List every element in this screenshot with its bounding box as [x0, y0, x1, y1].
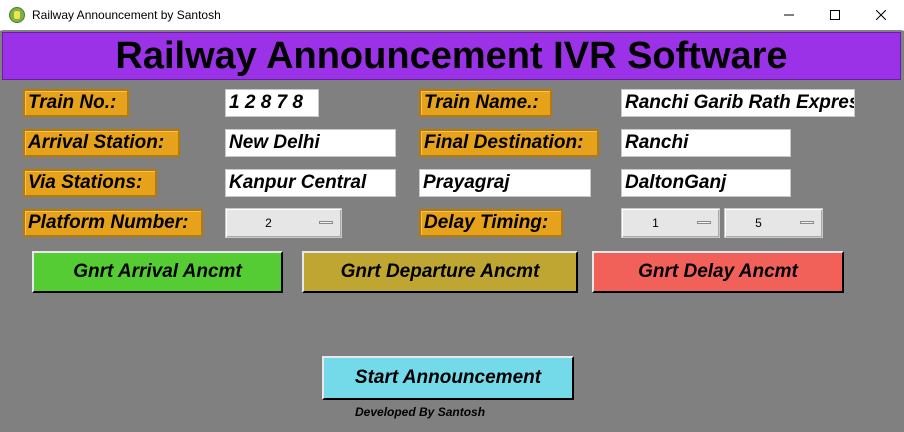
train-name-input[interactable]: Ranchi Garib Rath Express	[621, 89, 855, 117]
close-button[interactable]	[858, 0, 904, 30]
platform-number-label: Platform Number:	[23, 209, 203, 237]
train-name-label: Train Name.:	[419, 89, 552, 117]
maximize-icon	[830, 10, 840, 20]
delay-hours-value: 1	[652, 216, 659, 230]
train-no-input[interactable]: 1 2 8 7 8	[225, 89, 319, 117]
arrival-station-input[interactable]: New Delhi	[225, 129, 396, 157]
page-title: Railway Announcement IVR Software	[115, 34, 788, 77]
app-icon	[9, 7, 25, 23]
start-announcement-button[interactable]: Start Announcement	[322, 356, 574, 400]
platform-number-dropdown[interactable]: 2	[225, 208, 342, 238]
dropdown-indicator-icon	[697, 221, 711, 224]
dropdown-indicator-icon	[800, 221, 814, 224]
generate-departure-button[interactable]: Gnrt Departure Ancmt	[302, 251, 578, 293]
app-header: Railway Announcement IVR Software	[2, 32, 901, 80]
delay-minutes-value: 5	[755, 216, 762, 230]
title-bar: Railway Announcement by Santosh	[0, 0, 904, 31]
delay-minutes-dropdown[interactable]: 5	[724, 208, 823, 238]
maximize-button[interactable]	[812, 0, 858, 30]
via-station-1-input[interactable]: Kanpur Central	[225, 169, 396, 197]
close-icon	[876, 10, 886, 20]
generate-delay-button[interactable]: Gnrt Delay Ancmt	[592, 251, 844, 293]
generate-arrival-button[interactable]: Gnrt Arrival Ancmt	[32, 251, 283, 293]
via-stations-label: Via Stations:	[23, 169, 157, 197]
window-title: Railway Announcement by Santosh	[32, 8, 221, 22]
delay-timing-label: Delay Timing:	[419, 209, 563, 237]
final-destination-input[interactable]: Ranchi	[621, 129, 791, 157]
arrival-station-label: Arrival Station:	[23, 129, 180, 157]
train-no-label: Train No.:	[23, 89, 129, 117]
via-station-3-input[interactable]: DaltonGanj	[621, 169, 791, 197]
dropdown-indicator-icon	[319, 221, 333, 224]
delay-hours-dropdown[interactable]: 1	[621, 208, 720, 238]
minimize-icon	[784, 14, 794, 16]
platform-number-value: 2	[265, 216, 272, 230]
final-destination-label: Final Destination:	[419, 129, 599, 157]
developer-credit: Developed By Santosh	[355, 405, 486, 419]
via-station-2-input[interactable]: Prayagraj	[419, 169, 591, 197]
minimize-button[interactable]	[766, 0, 812, 30]
